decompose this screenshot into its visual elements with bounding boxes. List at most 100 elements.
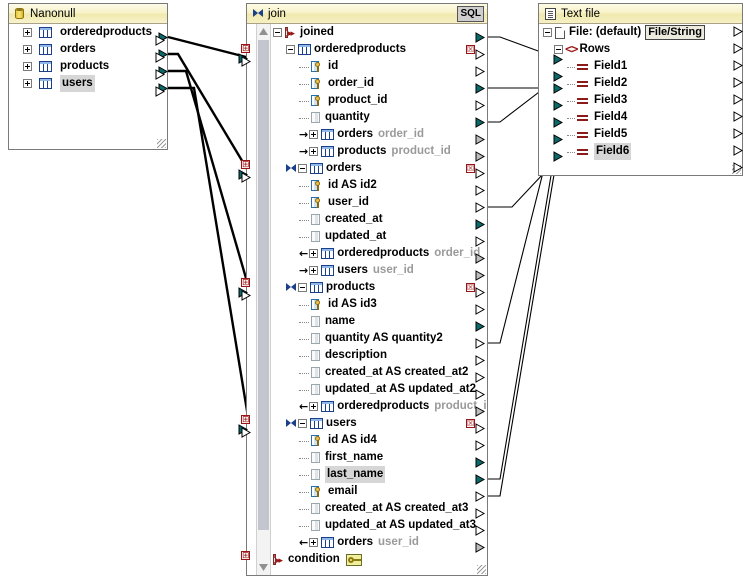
textfile-resize-handle[interactable]	[732, 165, 741, 174]
join-row-orderedproducts[interactable]: orderedproducts☒	[271, 41, 487, 58]
join-row-user-id[interactable]: user_id	[271, 194, 487, 211]
expand-toggle[interactable]	[309, 402, 318, 411]
join-input-expand-1[interactable]: ⊞	[241, 160, 250, 169]
join-row-orders[interactable]: ←ordersuser_id	[271, 534, 487, 551]
textfile-field-Field3[interactable]: Field3	[539, 92, 742, 109]
join-row-updated-at[interactable]: updated_at	[271, 228, 487, 245]
join-row-users[interactable]: →usersuser_id	[271, 262, 487, 279]
textfile-field-Field5[interactable]: Field5	[539, 126, 742, 143]
join-row-label: created_at	[325, 211, 383, 228]
collapse-toggle[interactable]	[554, 45, 563, 54]
textfile-file-row[interactable]: File: (default)File/String	[539, 24, 742, 41]
join-row-quantity-as-quantity2[interactable]: quantity AS quantity2	[271, 330, 487, 347]
delete-row-icon[interactable]: ☒	[466, 283, 475, 292]
delete-row-icon[interactable]: ☒	[466, 45, 475, 54]
join-panel[interactable]: join SQL joinedorderedproducts☒idorder_i…	[246, 3, 488, 576]
textfile-field-Field2[interactable]: Field2	[539, 75, 742, 92]
expand-toggle[interactable]	[309, 538, 318, 547]
delete-row-icon[interactable]: ☒	[466, 419, 475, 428]
expand-toggle[interactable]	[309, 249, 318, 258]
collapse-toggle[interactable]	[298, 419, 307, 428]
join-scrollbar[interactable]	[256, 24, 271, 575]
key-column-icon	[311, 180, 325, 192]
expand-toggle[interactable]	[309, 130, 318, 139]
join-input-expand-bottom[interactable]: ⊞	[241, 551, 250, 560]
table-icon	[321, 401, 334, 412]
nanonull-item-products[interactable]: products	[9, 58, 167, 75]
join-row-name[interactable]: name	[271, 313, 487, 330]
join-resize-handle[interactable]	[477, 565, 486, 574]
join-row-orderedproducts[interactable]: ←orderedproductsproduct_i	[271, 398, 487, 415]
join-row-email[interactable]: email	[271, 483, 487, 500]
database-icon	[15, 8, 25, 20]
expand-toggle[interactable]	[23, 62, 32, 71]
collapse-toggle[interactable]	[298, 283, 307, 292]
join-input-expand-3[interactable]: ⊞	[241, 415, 250, 424]
field-icon	[577, 79, 590, 88]
condition-key-icon[interactable]	[346, 554, 362, 566]
scroll-thumb[interactable]	[258, 40, 269, 530]
column-icon	[311, 316, 322, 328]
join-title: join	[268, 4, 286, 24]
nanonull-resize-handle[interactable]	[157, 139, 166, 148]
nanonull-item-orderedproducts[interactable]: orderedproducts	[9, 24, 167, 41]
join-row-id-as-id2[interactable]: id AS id2	[271, 177, 487, 194]
join-row-created-at[interactable]: created_at	[271, 211, 487, 228]
join-row-suffix: order_id	[378, 126, 424, 143]
nanonull-item-users[interactable]: users	[9, 75, 167, 92]
collapse-toggle[interactable]	[543, 28, 552, 37]
expand-toggle[interactable]	[23, 28, 32, 37]
expand-toggle[interactable]	[23, 45, 32, 54]
join-row-products[interactable]: →productsproduct_id	[271, 143, 487, 160]
join-row-created-at-as-created-at2[interactable]: created_at AS created_at2	[271, 364, 487, 381]
join-row-suffix: user_id	[373, 262, 414, 279]
join-row-created-at-as-created-at3[interactable]: created_at AS created_at3	[271, 500, 487, 517]
join-row-last-name[interactable]: last_name	[271, 466, 487, 483]
join-row-id-as-id3[interactable]: id AS id3	[271, 296, 487, 313]
expand-toggle[interactable]	[309, 266, 318, 275]
join-body: joinedorderedproducts☒idorder_idproduct_…	[247, 24, 487, 575]
join-row-orders[interactable]: →ordersorder_id	[271, 126, 487, 143]
collapse-toggle[interactable]	[298, 164, 307, 173]
expand-toggle[interactable]	[23, 79, 32, 88]
delete-row-icon[interactable]: ☒	[466, 164, 475, 173]
nanonull-item-orders[interactable]: orders	[9, 41, 167, 58]
join-row-orders[interactable]: orders☒	[271, 160, 487, 177]
join-row-product-id[interactable]: product_id	[271, 92, 487, 109]
field-icon	[577, 113, 590, 122]
join-row-orderedproducts[interactable]: ←orderedproductsorder_id	[271, 245, 487, 262]
join-row-order-id[interactable]: order_id	[271, 75, 487, 92]
collapse-toggle[interactable]	[286, 45, 295, 54]
join-row-products[interactable]: products ☒	[271, 279, 487, 296]
join-input-expand-2[interactable]: ⊞	[241, 278, 250, 287]
join-row-label: id AS id4	[328, 432, 377, 449]
join-row-first-name[interactable]: first_name	[271, 449, 487, 466]
collapse-toggle[interactable]	[273, 28, 282, 37]
join-row-joined[interactable]: joined	[271, 24, 487, 41]
textfile-rows-node[interactable]: <>Rows	[539, 41, 742, 58]
textfile-panel[interactable]: Text file File: (default)File/String<>Ro…	[538, 3, 743, 176]
join-row-label: products	[326, 279, 375, 296]
join-row-label: created_at AS created_at3	[325, 500, 468, 517]
join-row-id-as-id4[interactable]: id AS id4	[271, 432, 487, 449]
textfile-field-Field4[interactable]: Field4	[539, 109, 742, 126]
scroll-up-arrow[interactable]	[258, 25, 269, 38]
table-icon	[321, 248, 334, 259]
textfile-field-Field1[interactable]: Field1	[539, 58, 742, 75]
join-row-description[interactable]: description	[271, 347, 487, 364]
nanonull-panel[interactable]: Nanonull orderedproductsordersproductsus…	[8, 3, 168, 150]
join-row-quantity[interactable]: quantity	[271, 109, 487, 126]
file-string-button[interactable]: File/String	[645, 25, 705, 40]
expand-toggle[interactable]	[309, 147, 318, 156]
join-row-updated-at-as-updated-at3[interactable]: updated_at AS updated_at3	[271, 517, 487, 534]
file-icon	[555, 27, 565, 39]
join-row-updated-at-as-updated-at2[interactable]: updated_at AS updated_at2	[271, 381, 487, 398]
join-row-condition[interactable]: condition	[271, 551, 487, 568]
join-row-users[interactable]: users☒	[271, 415, 487, 432]
join-row-id[interactable]: id	[271, 58, 487, 75]
scroll-down-arrow[interactable]	[258, 561, 269, 574]
join-input-expand-0[interactable]: ⊞	[241, 44, 250, 53]
sql-button[interactable]: SQL	[457, 6, 484, 22]
key-column-icon	[311, 78, 325, 90]
textfile-field-Field6[interactable]: Field6	[539, 143, 742, 160]
